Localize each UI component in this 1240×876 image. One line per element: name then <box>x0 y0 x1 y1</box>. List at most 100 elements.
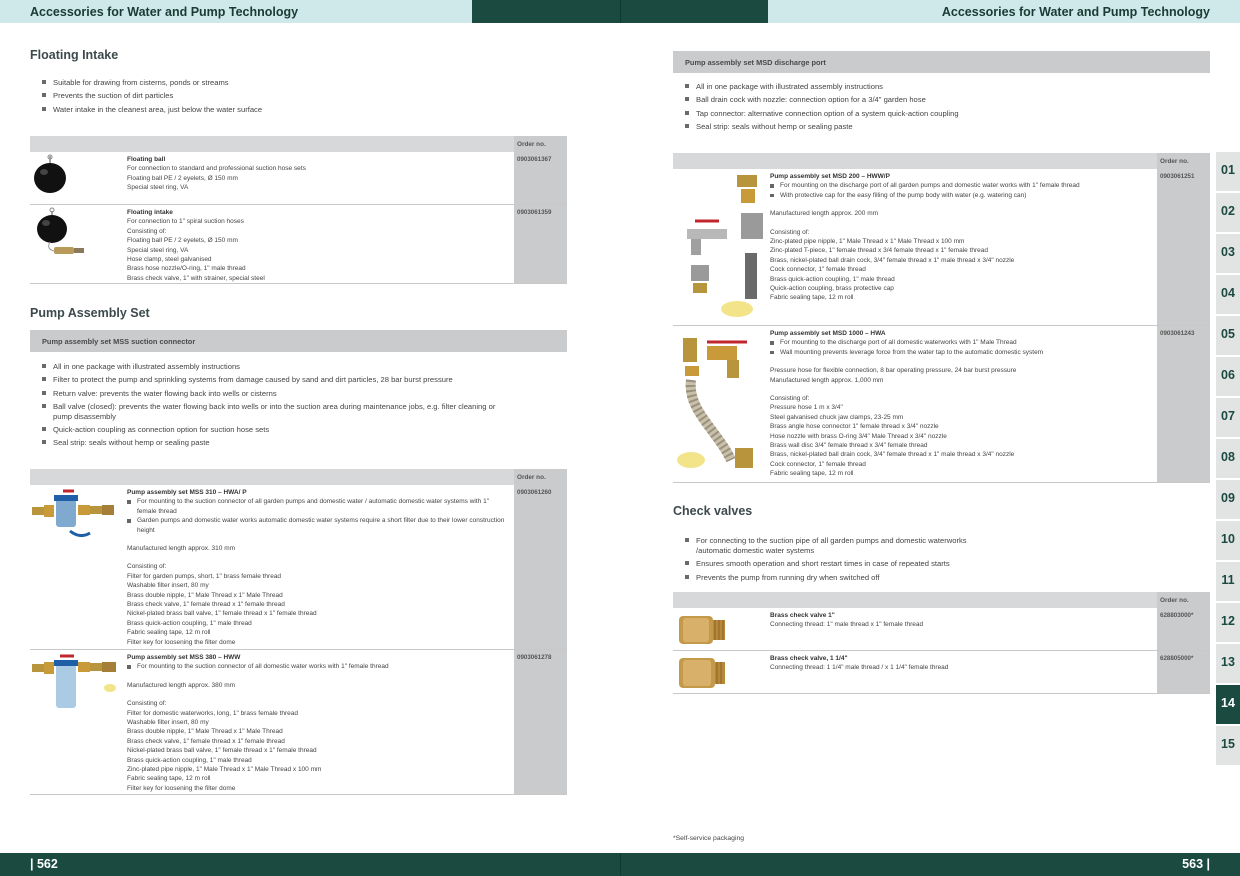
order-cell: 628805000* <box>1157 651 1210 693</box>
tab-05[interactable]: 05 <box>1216 316 1240 355</box>
product-line: Consisting of: <box>127 700 167 708</box>
table-row: 0903061260 Pump assembly set MSS 310 – H… <box>30 485 567 650</box>
tab-03[interactable]: 03 <box>1216 234 1240 273</box>
product-line: Special steel ring, VA <box>127 184 189 192</box>
product-description: Brass check valve 1" Connecting thread: … <box>770 611 1155 630</box>
order-no-header: Order no. <box>1157 592 1210 608</box>
order-cell: 0903061243 <box>1157 326 1210 482</box>
list-item: Suitable for drawing from cisterns, pond… <box>42 78 562 88</box>
tab-10[interactable]: 10 <box>1216 521 1240 560</box>
product-title: Pump assembly set MSS 380 – HWW <box>127 654 241 661</box>
order-cell: 0903061367 <box>514 152 567 204</box>
tab-11[interactable]: 11 <box>1216 562 1240 601</box>
product-line: Special steel ring, VA <box>127 246 189 254</box>
page-number-right: 563 | <box>1182 857 1210 871</box>
order-no-header: Order no. <box>514 136 567 152</box>
product-line: Quick-action coupling, brass protective … <box>770 285 894 293</box>
product-line: Brass, nickel-plated ball drain cock, 3/… <box>770 256 1015 264</box>
tab-09[interactable]: 09 <box>1216 480 1240 519</box>
order-number: 0903061243 <box>1160 330 1195 337</box>
product-length: Manufactured length approx. 310 mm <box>127 545 236 553</box>
order-cell: 0903061359 <box>514 205 567 283</box>
product-line: Brass check valve, 1" with strainer, spe… <box>127 274 265 282</box>
product-line: Fabric sealing tape, 12 m roll <box>127 629 211 637</box>
product-line: Nickel-plated brass ball valve, 1" femal… <box>127 747 317 755</box>
product-title: Brass check valve, 1 1/4" <box>770 655 848 662</box>
tab-07[interactable]: 07 <box>1216 398 1240 437</box>
msd-band-heading: Pump assembly set MSD discharge port <box>673 51 1210 73</box>
product-line: Steel galvanised chuck jaw clamps, 23-25… <box>770 413 904 421</box>
mss-product-table: Order no. 0903061260 Pump assembly set M… <box>30 469 567 795</box>
product-bullet: For mounting on the discharge port of al… <box>770 181 1155 190</box>
product-description: Floating ball For connection to standard… <box>127 155 507 193</box>
floating-product-table: Order no. 0903061367 Floating ball For c… <box>30 136 567 284</box>
mss-bullet-list: All in one package with illustrated asse… <box>42 362 502 452</box>
product-line: Brass check valve, 1" female thread x 1"… <box>127 737 285 745</box>
footer-divider <box>620 853 621 876</box>
product-bullet: Wall mounting prevents leverage force fr… <box>770 348 1155 357</box>
product-title: Floating intake <box>127 209 173 216</box>
order-cell: 0903061251 <box>1157 169 1210 325</box>
product-line: Filter key for loosening the filter dome <box>127 784 236 792</box>
order-no-header: Order no. <box>514 469 567 485</box>
product-line: Brass double nipple, 1" Male Thread x 1"… <box>127 728 283 736</box>
tab-14[interactable]: 14 <box>1216 685 1240 724</box>
order-no-header: Order no. <box>1157 153 1210 169</box>
tab-15[interactable]: 15 <box>1216 726 1240 765</box>
table-row: 0903061243 Pump assembly set MSD 1000 – … <box>673 326 1210 483</box>
list-item: Prevents the suction of dirt particles <box>42 91 562 101</box>
tab-08[interactable]: 08 <box>1216 439 1240 478</box>
product-line: Consisting of: <box>127 227 167 235</box>
floating-ball-image <box>30 154 70 198</box>
table-row: 628805000* Brass check valve, 1 1/4" Con… <box>673 651 1210 694</box>
order-cell: 0903061278 <box>514 650 567 794</box>
page-title-right: Accessories for Water and Pump Technolog… <box>941 5 1210 19</box>
product-bullet: For mounting to the discharge port of al… <box>770 338 1155 347</box>
product-line: Brass hose nozzle/O-ring, 1" male thread <box>127 265 246 273</box>
msd-1000-image <box>677 330 765 480</box>
msd-bullet-list: All in one package with illustrated asse… <box>685 82 1205 135</box>
tab-13[interactable]: 13 <box>1216 644 1240 683</box>
product-title: Brass check valve 1" <box>770 612 835 619</box>
list-item: All in one package with illustrated asse… <box>42 362 502 372</box>
page-number-left: | 562 <box>30 857 58 871</box>
footnote: *Self-service packaging <box>673 835 745 842</box>
section-title-pump-assembly: Pump Assembly Set <box>30 306 150 320</box>
list-item: Seal strip: seals without hemp or sealin… <box>42 438 502 448</box>
product-line: Fabric sealing tape, 12 m roll <box>770 470 854 478</box>
table-row: 0903061367 Floating ball For connection … <box>30 152 567 205</box>
list-item: Return valve: prevents the water flowing… <box>42 389 502 399</box>
tab-06[interactable]: 06 <box>1216 357 1240 396</box>
section-title-check-valves: Check valves <box>673 504 753 518</box>
product-line: Connecting thread: 1 1/4" male thread / … <box>770 664 949 672</box>
product-line: Filter for garden pumps, short, 1" brass… <box>127 572 282 580</box>
msd-200-image <box>677 173 765 323</box>
product-description: Pump assembly set MSS 380 – HWW For moun… <box>127 653 507 793</box>
order-number: 0903061260 <box>517 489 552 496</box>
page-title-left: Accessories for Water and Pump Technolog… <box>30 5 299 19</box>
mss-380-image <box>30 654 125 716</box>
order-cell: 0903061260 <box>514 485 567 649</box>
list-item: Ball drain cock with nozzle: connection … <box>685 95 1205 105</box>
product-line: Brass angle hose connector 1" female thr… <box>770 423 939 431</box>
product-line: Pressure hose for flexible connection, 8… <box>770 367 1017 375</box>
product-line: For connection to standard and professio… <box>127 165 306 173</box>
product-line: Consisting of: <box>770 228 810 236</box>
tab-04[interactable]: 04 <box>1216 275 1240 314</box>
order-number: 0903061251 <box>1160 173 1195 180</box>
product-line: Brass check valve, 1" female thread x 1"… <box>127 601 285 609</box>
product-line: Pressure hose 1 m x 3/4" <box>770 404 843 412</box>
order-number: 628805000* <box>1160 655 1194 662</box>
product-description: Brass check valve, 1 1/4" Connecting thr… <box>770 654 1155 673</box>
tab-01[interactable]: 01 <box>1216 152 1240 191</box>
product-line: Hose clamp, steel galvanised <box>127 256 212 264</box>
product-line: Consisting of: <box>127 563 167 571</box>
product-line: Washable filter insert, 80 my <box>127 582 209 590</box>
section-title-floating-intake: Floating Intake <box>30 48 119 62</box>
table-row: 628803000* Brass check valve 1" Connecti… <box>673 608 1210 651</box>
tab-12[interactable]: 12 <box>1216 603 1240 642</box>
tab-02[interactable]: 02 <box>1216 193 1240 232</box>
table-header <box>30 469 514 485</box>
list-item: Ball valve (closed): prevents the water … <box>42 402 502 422</box>
list-item: Tap connector: alternative connection op… <box>685 109 1205 119</box>
